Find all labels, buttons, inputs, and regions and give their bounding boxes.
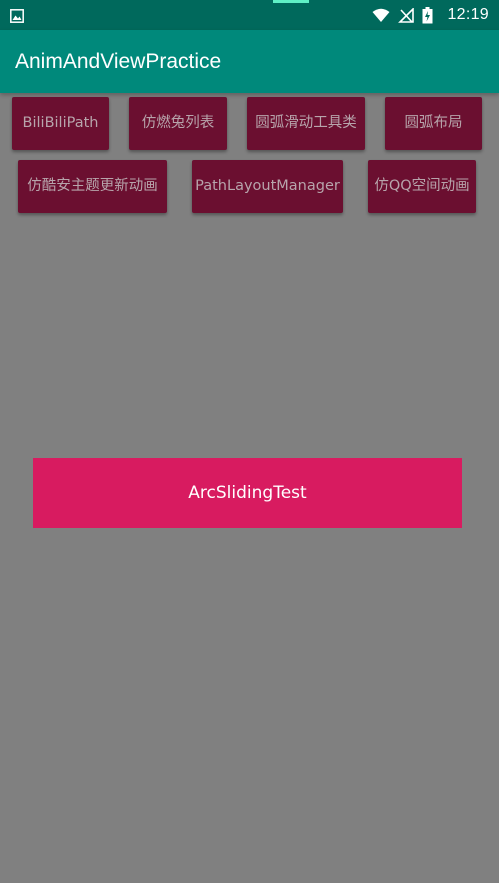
path-layout-manager-button[interactable]: PathLayoutManager bbox=[192, 160, 343, 213]
coolapk-theme-animation-button[interactable]: 仿酷安主题更新动画 bbox=[18, 160, 167, 213]
arc-layout-button[interactable]: 圆弧布局 bbox=[385, 97, 482, 150]
battery-charging-icon bbox=[422, 6, 433, 24]
image-notification-icon bbox=[10, 8, 24, 23]
qq-zone-animation-button[interactable]: 仿QQ空间动画 bbox=[368, 160, 476, 213]
status-bar: 12:19 bbox=[0, 0, 499, 30]
no-signal-icon bbox=[398, 7, 415, 23]
arc-sliding-test-button[interactable]: ArcSlidingTest bbox=[33, 458, 462, 528]
bilibili-path-button[interactable]: BiliBiliPath bbox=[12, 97, 109, 150]
status-icons: 12:19 bbox=[372, 0, 489, 30]
arc-sliding-tool-button[interactable]: 圆弧滑动工具类 bbox=[247, 97, 365, 150]
app-bar: AnimAndViewPractice bbox=[0, 30, 499, 93]
burning-rabbit-list-button[interactable]: 仿燃兔列表 bbox=[129, 97, 227, 150]
status-time: 12:19 bbox=[447, 6, 489, 23]
app-title: AnimAndViewPractice bbox=[15, 50, 222, 73]
wifi-icon bbox=[372, 8, 390, 23]
status-notch bbox=[273, 0, 309, 3]
